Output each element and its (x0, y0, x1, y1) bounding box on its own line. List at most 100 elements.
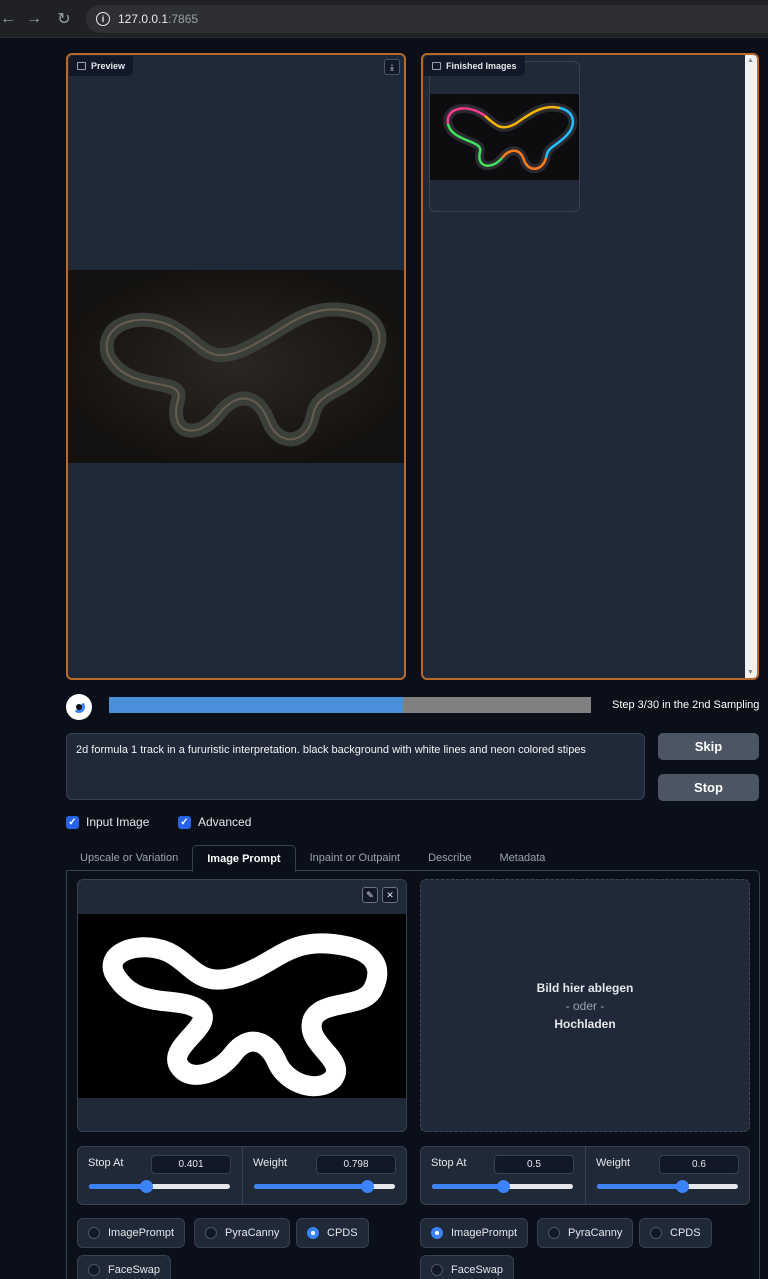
close-icon[interactable]: ✕ (382, 887, 398, 903)
radio-icon[interactable] (88, 1227, 100, 1239)
track-mask-image (78, 914, 406, 1098)
tab-image-prompt[interactable]: Image Prompt (192, 845, 296, 872)
radio-pyracanny-2[interactable]: PyraCanny (537, 1218, 634, 1248)
radio-label: PyraCanny (568, 1227, 623, 1239)
weight-label: Weight (596, 1157, 631, 1169)
prompt-input[interactable]: 2d formula 1 track in a fururistic inter… (66, 733, 645, 800)
weight-track[interactable] (597, 1180, 738, 1193)
radio-pyracanny-1[interactable]: PyraCanny (194, 1218, 291, 1248)
radio-cpds-1[interactable]: CPDS (296, 1218, 369, 1248)
radio-faceswap-1[interactable]: FaceSwap (77, 1255, 171, 1279)
weight-value-input[interactable]: 0.6 (659, 1155, 739, 1174)
advanced-checkbox[interactable]: ✓ Advanced (178, 815, 251, 829)
radio-faceswap-2[interactable]: FaceSwap (420, 1255, 514, 1279)
checkbox-checked-icon[interactable]: ✓ (178, 815, 191, 829)
progress-bar-fill (109, 697, 404, 713)
stop-at-value-input[interactable]: 0.5 (494, 1155, 574, 1174)
radio-imageprompt-2[interactable]: ImagePrompt (420, 1218, 529, 1248)
finished-image (430, 94, 579, 180)
preview-label-text: Preview (91, 61, 126, 71)
stop-at-track[interactable] (432, 1180, 573, 1193)
input-image-label: Input Image (86, 815, 150, 829)
browser-toolbar: ← → ↻ i 127.0.0.1:7865 (0, 0, 768, 38)
finished-images-label: Finished Images (424, 56, 525, 76)
radio-cpds-2[interactable]: CPDS (639, 1218, 712, 1248)
slider-fill (597, 1184, 682, 1189)
input-tabs: Upscale or Variation Image Prompt Inpain… (66, 845, 560, 872)
gallery-scrollbar[interactable]: ▲ ▼ (745, 55, 757, 678)
tab-metadata[interactable]: Metadata (486, 845, 560, 871)
tab-describe[interactable]: Describe (414, 845, 485, 871)
tab-upscale-or-variation[interactable]: Upscale or Variation (66, 845, 192, 871)
weight-slider-1: Weight 0.798 (242, 1147, 406, 1204)
stop-at-track[interactable] (89, 1180, 230, 1193)
radio-icon[interactable] (431, 1264, 443, 1276)
edit-icon[interactable]: ✎ (362, 887, 378, 903)
slider-handle[interactable] (496, 1180, 510, 1193)
progress-bar (109, 697, 591, 713)
loading-spinner-icon (66, 694, 92, 720)
finished-images-label-text: Finished Images (446, 61, 517, 71)
slider-handle[interactable] (675, 1180, 689, 1193)
slider-fill (254, 1184, 367, 1189)
weight-slider-2: Weight 0.6 (585, 1147, 749, 1204)
download-icon[interactable]: ⤓ (384, 59, 400, 75)
radio-label: PyraCanny (225, 1227, 280, 1239)
preview-label: Preview (69, 56, 134, 76)
image-prompt-slot-2-dropzone[interactable]: Bild hier ablegen - oder - Hochladen (420, 879, 750, 1132)
slider-handle[interactable] (139, 1180, 153, 1193)
image-prompt-slot-1[interactable]: ✎ ✕ (77, 879, 407, 1132)
radio-label: CPDS (327, 1227, 358, 1239)
stop-at-slider-1: Stop At 0.401 (78, 1147, 242, 1204)
stop-at-value-input[interactable]: 0.401 (151, 1155, 231, 1174)
stop-button[interactable]: Stop (658, 774, 759, 801)
preview-panel: Preview ⤓ (66, 53, 406, 680)
scroll-up-icon[interactable]: ▲ (747, 57, 754, 64)
back-icon[interactable]: ← (0, 5, 22, 33)
upload-link[interactable]: Hochladen (554, 1017, 615, 1031)
weight-label: Weight (253, 1157, 288, 1169)
radio-label: CPDS (670, 1227, 701, 1239)
radio-icon[interactable] (205, 1227, 217, 1239)
radio-icon[interactable] (548, 1227, 560, 1239)
site-info-icon[interactable]: i (96, 12, 110, 26)
radio-icon[interactable] (88, 1264, 100, 1276)
slot-2-sliders: Stop At 0.5 Weight 0.6 (420, 1146, 750, 1205)
slider-fill (432, 1184, 503, 1189)
image-icon (77, 62, 86, 70)
radio-label: ImagePrompt (451, 1227, 518, 1239)
slot-1-sliders: Stop At 0.401 Weight 0.798 (77, 1146, 407, 1205)
dropzone-text: Bild hier ablegen (536, 980, 634, 995)
forward-icon[interactable]: → (20, 5, 48, 33)
stop-at-label: Stop At (88, 1157, 124, 1169)
image-icon (432, 62, 441, 70)
finished-images-panel: Finished Images ▲ ▼ (421, 53, 759, 680)
weight-value-input[interactable]: 0.798 (316, 1155, 396, 1174)
radio-label: FaceSwap (451, 1264, 503, 1276)
input-image-checkbox[interactable]: ✓ Input Image (66, 815, 149, 829)
scroll-down-icon[interactable]: ▼ (747, 669, 754, 676)
finished-image-thumbnail[interactable] (429, 61, 580, 212)
dropzone-or-text: - oder - (565, 998, 605, 1013)
tab-inpaint-or-outpaint[interactable]: Inpaint or Outpaint (296, 845, 415, 871)
progress-status-text: Step 3/30 in the 2nd Sampling (612, 699, 760, 711)
reload-icon[interactable]: ↻ (50, 5, 78, 33)
url-host: 127.0.0.1 (118, 12, 169, 26)
slider-fill (89, 1184, 146, 1189)
advanced-label: Advanced (198, 815, 252, 829)
url-port: :7865 (168, 12, 199, 26)
radio-imageprompt-1[interactable]: ImagePrompt (77, 1218, 186, 1248)
weight-track[interactable] (254, 1180, 395, 1193)
slider-handle[interactable] (360, 1180, 374, 1193)
stop-at-label: Stop At (431, 1157, 467, 1169)
preview-image (68, 270, 404, 463)
radio-label: ImagePrompt (108, 1227, 175, 1239)
radio-icon[interactable] (307, 1227, 319, 1239)
radio-label: FaceSwap (108, 1264, 160, 1276)
skip-button[interactable]: Skip (658, 733, 759, 760)
radio-icon[interactable] (650, 1227, 662, 1239)
stop-at-slider-2: Stop At 0.5 (421, 1147, 585, 1204)
address-bar[interactable]: i 127.0.0.1:7865 (86, 5, 768, 33)
radio-icon[interactable] (431, 1227, 443, 1239)
checkbox-checked-icon[interactable]: ✓ (66, 815, 79, 829)
